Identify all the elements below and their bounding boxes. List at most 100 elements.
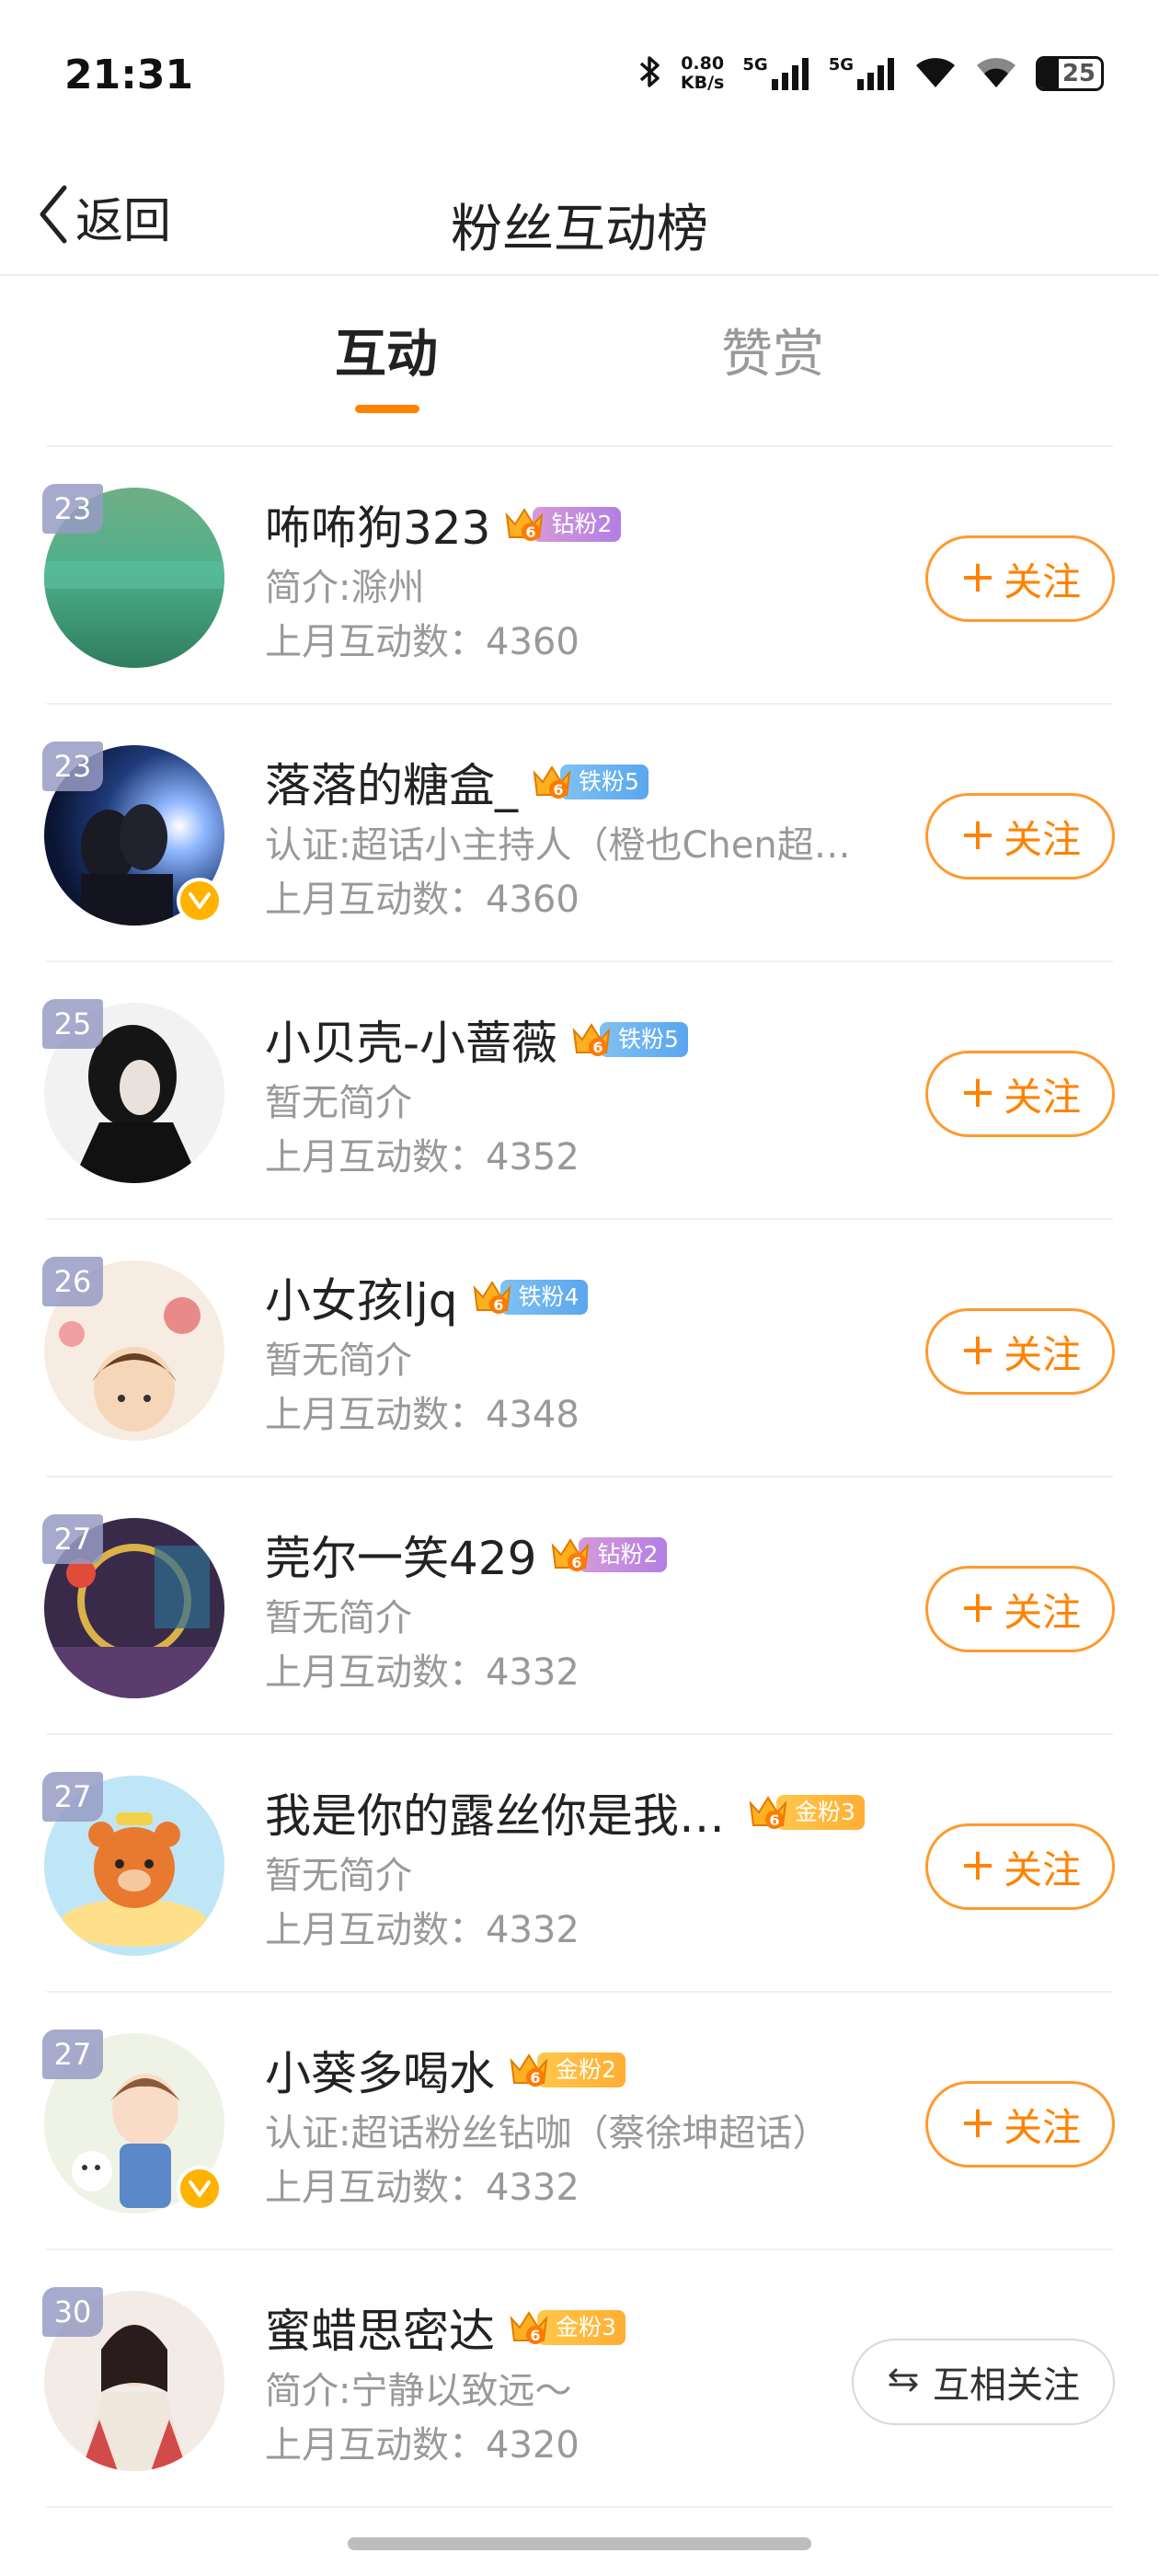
crown-icon: 6 (747, 1792, 789, 1833)
status-time: 21:31 (64, 52, 194, 98)
avatar[interactable]: 23 (42, 742, 224, 926)
interaction-count: 上月互动数：4332 (265, 1651, 580, 1694)
plus-icon: + (958, 809, 997, 860)
avatar[interactable]: 26 (42, 1257, 224, 1441)
follow-button[interactable]: + 关注 (925, 535, 1115, 622)
fan-info: 莞尔一笑429 6 钻粉2 暂无简介 上月互动数：4332 (265, 1522, 890, 1700)
fan-info: 小女孩ljq 6 铁粉4 暂无简介 上月互动数：4348 (265, 1264, 890, 1443)
avatar[interactable]: 25 (42, 999, 224, 1183)
home-indicator[interactable] (348, 2537, 811, 2550)
fan-name[interactable]: 咘咘狗323 (265, 491, 490, 558)
fan-info: 落落的糖盒_ 6 铁粉5 认证:超话小主持人（橙也Chen超… 上月互动数：43… (265, 749, 890, 927)
badge-level-number: 6 (592, 1039, 602, 1056)
signal-label: 5G (742, 55, 768, 75)
rank-badge: 26 (42, 1257, 103, 1306)
crown-icon: 6 (549, 1535, 591, 1575)
badge-label: 铁粉4 (499, 1280, 589, 1315)
crown-icon: 6 (508, 2050, 550, 2090)
follow-button[interactable]: + 关注 (925, 793, 1115, 880)
follow-button[interactable]: + 关注 (925, 1051, 1115, 1137)
badge-level-number: 6 (553, 781, 563, 799)
plus-icon: + (958, 1581, 997, 1633)
fan-name[interactable]: 小葵多喝水 (265, 2037, 495, 2103)
follow-button[interactable]: + 关注 (925, 2081, 1115, 2168)
swap-arrows-icon (887, 2361, 920, 2403)
fan-name[interactable]: 莞尔一笑429 (265, 1522, 536, 1588)
list-item[interactable]: 23 落落的糖盒_ 6 铁粉5 认证:超话小主持人（橙也Chen超… 上月互动数… (0, 705, 1159, 962)
follow-label: 关注 (1004, 558, 1082, 604)
badge-level-number: 6 (530, 2327, 540, 2344)
fan-name[interactable]: 小女孩ljq (265, 1264, 458, 1330)
list-item[interactable]: 26 小女孩ljq 6 铁粉4 暂无简介 上月互动数：4348 + 关注 (0, 1220, 1159, 1478)
follow-button[interactable]: + 关注 (925, 1308, 1115, 1395)
rank-badge: 25 (42, 999, 103, 1049)
fan-level-badge[interactable]: 6 铁粉5 (531, 762, 648, 802)
fan-description: 认证:超话小主持人（橙也Chen超… (265, 824, 851, 867)
list-item[interactable]: 27 莞尔一笑429 6 钻粉2 暂无简介 上月互动数：4332 + 关注 (0, 1478, 1159, 1735)
battery-icon: 25 (1036, 56, 1104, 91)
signal-5g-icon: 5G (829, 55, 896, 92)
list-item[interactable]: 23 咘咘狗323 6 钻粉2 简介:滁州 上月互动数：4360 + 关注 (0, 447, 1159, 705)
list-item[interactable]: 27 小葵多喝水 6 金粉2 认证:超话粉丝钻咖（蔡徐坤超话） 上月互动数：43… (0, 1993, 1159, 2250)
interaction-count: 上月互动数：4360 (265, 621, 580, 663)
fan-name[interactable]: 小贝壳-小蔷薇 (265, 1006, 557, 1073)
fan-info: 咘咘狗323 6 钻粉2 简介:滁州 上月互动数：4360 (265, 491, 890, 670)
fan-level-badge[interactable]: 6 钻粉2 (549, 1535, 668, 1575)
rank-badge: 27 (42, 1772, 103, 1822)
follow-label: 关注 (1004, 1331, 1082, 1377)
mutual-follow-button[interactable]: 互相关注 (852, 2339, 1115, 2425)
interaction-count: 上月互动数：4332 (265, 2167, 580, 2209)
signal-label: 5G (828, 55, 854, 75)
list-item[interactable]: 30 蜜蜡思密达 6 金粉3 简介:宁静以致远～ 上月互动数：4320 互相关注 (0, 2250, 1159, 2508)
fan-level-badge[interactable]: 6 金粉3 (508, 2307, 625, 2348)
avatar[interactable]: 27 (42, 1772, 224, 1956)
follow-label: 关注 (1004, 1589, 1082, 1635)
tab-reward[interactable]: 赞赏 (721, 313, 824, 387)
plus-icon: + (958, 551, 997, 603)
verified-icon (177, 878, 223, 924)
wifi-icon (914, 54, 957, 93)
status-bar: 21:31 0.80 KB/s 5G 5G 25 (0, 0, 1159, 156)
fan-name[interactable]: 蜜蜡思密达 (265, 2294, 495, 2361)
plus-icon: + (958, 2097, 997, 2148)
interaction-count: 上月互动数：4332 (265, 1909, 580, 1951)
rank-badge: 23 (42, 484, 103, 534)
avatar[interactable]: 30 (42, 2287, 224, 2471)
list-item[interactable]: 27 我是你的露丝你是我… 6 金粉3 暂无简介 上月互动数：4332 + 关注 (0, 1735, 1159, 1993)
follow-button[interactable]: + 关注 (925, 1566, 1115, 1652)
badge-level-number: 6 (572, 1554, 582, 1571)
fan-name[interactable]: 落落的糖盒_ (265, 749, 518, 815)
rank-badge: 23 (42, 742, 103, 791)
status-icons: 0.80 KB/s 5G 5G 25 (638, 53, 1104, 94)
fan-description: 暂无简介 (265, 1340, 412, 1382)
mutual-follow-label: 互相关注 (933, 2364, 1080, 2407)
avatar[interactable]: 23 (42, 484, 224, 668)
avatar[interactable]: 27 (42, 1514, 224, 1698)
fan-level-badge[interactable]: 6 铁粉4 (471, 1277, 589, 1317)
badge-label: 钻粉2 (579, 1537, 668, 1572)
fan-list: 23 咘咘狗323 6 钻粉2 简介:滁州 上月互动数：4360 + 关注 23… (0, 447, 1159, 2508)
fan-level-badge[interactable]: 6 铁粉5 (570, 1019, 688, 1060)
follow-button[interactable]: + 关注 (925, 1823, 1115, 1910)
fan-description: 简介:滁州 (265, 567, 425, 609)
list-item[interactable]: 25 小贝壳-小蔷薇 6 铁粉5 暂无简介 上月互动数：4352 + 关注 (0, 962, 1159, 1220)
fan-level-badge[interactable]: 6 金粉2 (508, 2050, 625, 2090)
page-title: 粉丝互动榜 (451, 200, 708, 259)
rank-badge: 27 (42, 1514, 103, 1564)
fan-level-badge[interactable]: 6 金粉3 (747, 1792, 865, 1833)
tab-interaction[interactable]: 互动 (335, 313, 438, 387)
verified-icon (177, 2166, 223, 2212)
badge-level-number: 6 (769, 1811, 779, 1829)
interaction-count: 上月互动数：4352 (265, 1136, 580, 1179)
fan-level-badge[interactable]: 6 钻粉2 (503, 504, 622, 545)
follow-label: 关注 (1004, 816, 1082, 862)
fan-description: 简介:宁静以致远～ (265, 2370, 572, 2412)
rank-badge: 27 (42, 2030, 103, 2079)
interaction-count: 上月互动数：4348 (265, 1394, 580, 1436)
plus-icon: + (958, 1066, 997, 1118)
fan-name[interactable]: 我是你的露丝你是我… (265, 1779, 725, 1846)
avatar[interactable]: 27 (42, 2030, 224, 2214)
fan-description: 暂无简介 (265, 1855, 412, 1897)
badge-label: 铁粉5 (560, 765, 648, 799)
follow-label: 关注 (1004, 1846, 1082, 1892)
